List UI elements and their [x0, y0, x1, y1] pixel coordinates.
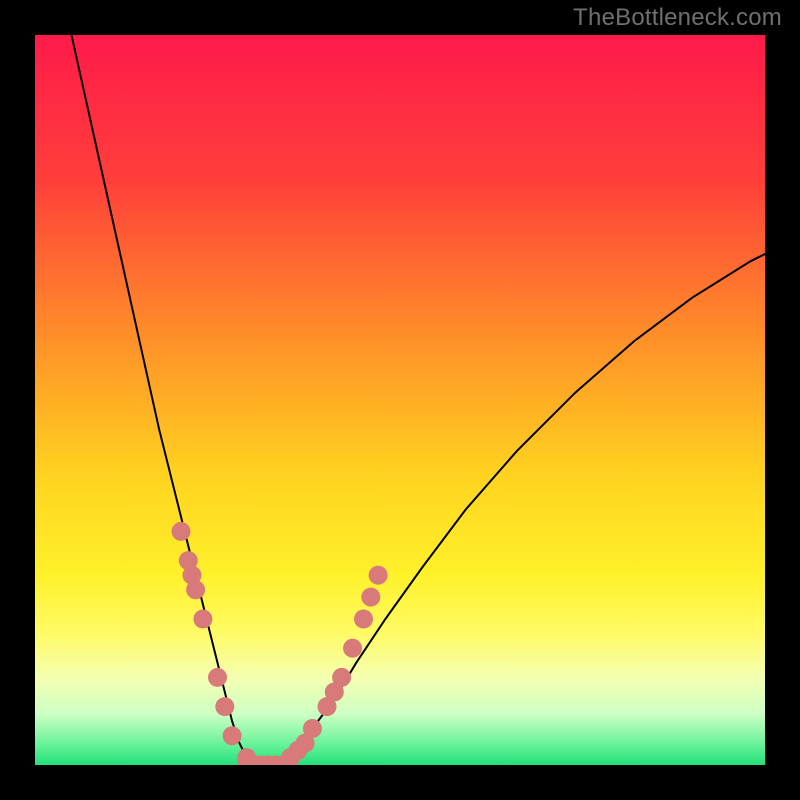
data-marker — [193, 610, 212, 629]
data-marker — [223, 726, 242, 745]
data-marker — [215, 697, 234, 716]
gradient-background — [35, 35, 765, 765]
data-marker — [186, 580, 205, 599]
chart-frame: TheBottleneck.com — [0, 0, 800, 800]
data-marker — [369, 566, 388, 585]
data-marker — [332, 668, 351, 687]
data-marker — [354, 610, 373, 629]
data-marker — [208, 668, 227, 687]
data-marker — [361, 588, 380, 607]
data-marker — [172, 522, 191, 541]
data-marker — [303, 719, 322, 738]
bottleneck-chart — [35, 35, 765, 765]
data-marker — [343, 639, 362, 658]
watermark-text: TheBottleneck.com — [573, 4, 782, 32]
